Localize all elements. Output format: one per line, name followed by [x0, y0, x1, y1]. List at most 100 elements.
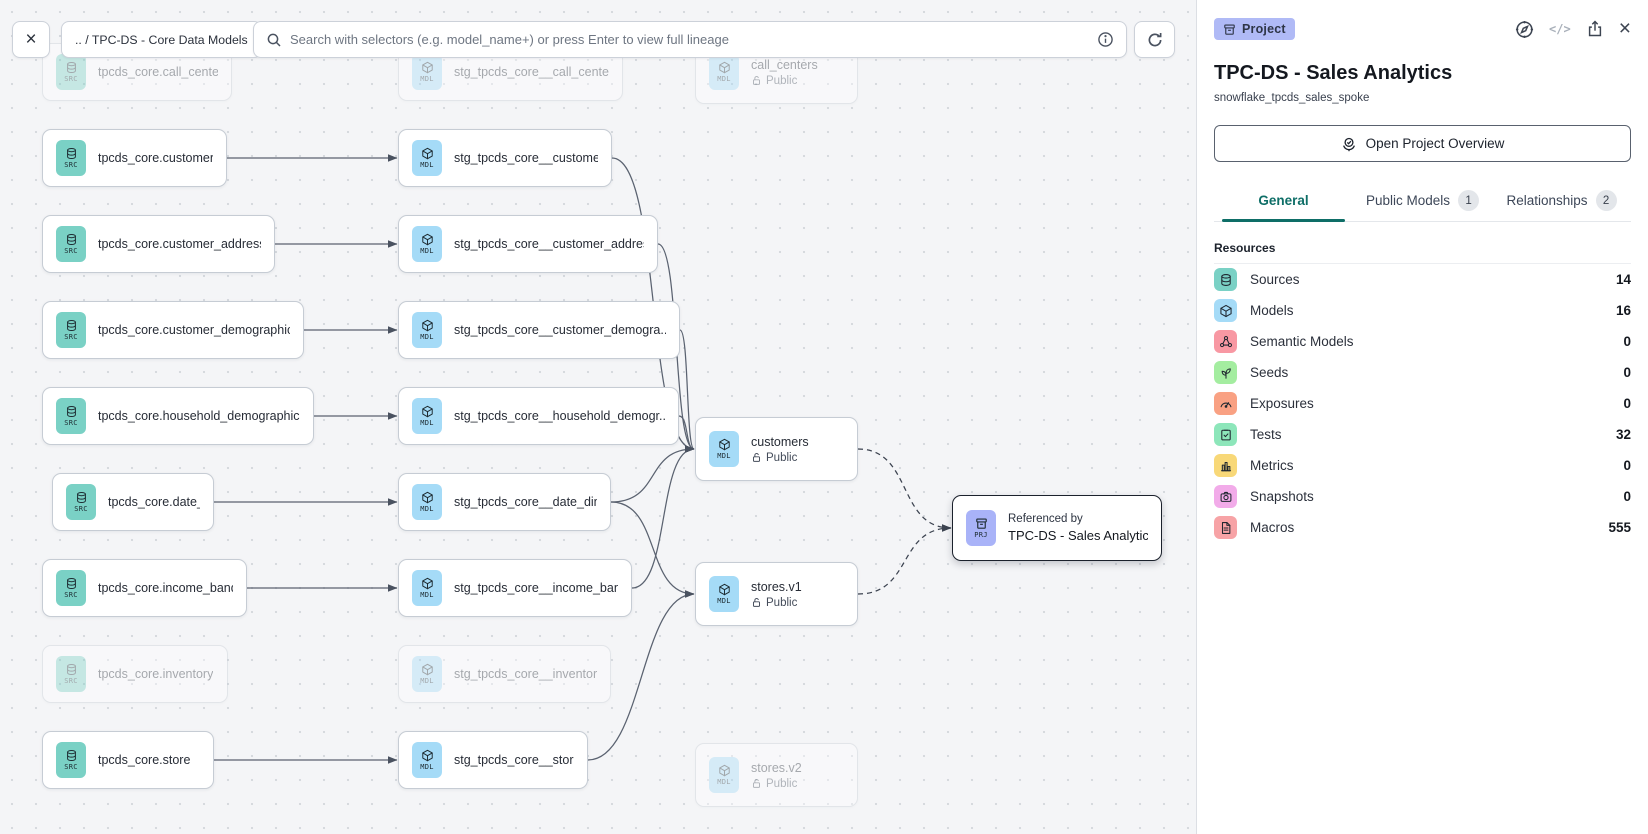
node-label: TPC-DS - Sales Analytics — [1008, 528, 1148, 543]
resource-count: 0 — [1623, 489, 1631, 504]
model-badge-icon: MDL — [412, 570, 442, 606]
close-lineage-button[interactable]: × — [12, 21, 50, 58]
node-src-income-band[interactable]: SRCtpcds_core.income_band — [42, 559, 247, 617]
cube-icon — [1214, 299, 1237, 322]
share-icon[interactable] — [1586, 20, 1604, 38]
resource-count: 32 — [1616, 427, 1631, 442]
node-stg-store[interactable]: MDLstg_tpcds_core__store — [398, 731, 588, 789]
model-badge-icon: MDL — [412, 226, 442, 262]
breadcrumb[interactable]: .. / TPC-DS - Core Data Models — [61, 21, 262, 58]
source-badge-icon: SRC — [56, 570, 86, 606]
refresh-icon — [1146, 31, 1164, 49]
close-panel-icon[interactable]: × — [1619, 17, 1631, 41]
node-pub-stores-v2[interactable]: MDLstores.v2Public — [695, 743, 858, 807]
model-badge-icon: MDL — [412, 54, 442, 90]
node-src-store[interactable]: SRC tpcds_core.store — [42, 731, 214, 789]
lock-open-icon — [751, 597, 762, 608]
node-stg-date-dim[interactable]: MDL stg_tpcds_core__date_dim — [398, 473, 611, 531]
node-label: tpcds_core.household_demographics — [98, 409, 300, 423]
archive-icon — [1223, 23, 1236, 36]
resource-row-metrics: Metrics0 — [1214, 450, 1631, 481]
search-input[interactable] — [290, 32, 1089, 47]
node-label: stores.v2 — [751, 761, 802, 775]
node-label: stg_tpcds_core__customer_demogra... — [454, 323, 666, 337]
open-project-overview-button[interactable]: Open Project Overview — [1214, 125, 1631, 162]
node-label: customers — [751, 435, 809, 449]
node-label: tpcds_core.store — [98, 753, 190, 767]
source-badge-icon: SRC — [56, 656, 86, 692]
page-title: TPC-DS - Sales Analytics — [1214, 62, 1631, 85]
public-access-label: Public — [766, 75, 797, 87]
public-access-label: Public — [766, 597, 797, 609]
lineage-compass-icon[interactable] — [1515, 20, 1534, 39]
tab-relationships[interactable]: Relationships2 — [1492, 184, 1631, 221]
resource-row-semantic-models: Semantic Models0 — [1214, 326, 1631, 357]
model-badge-icon: MDL — [412, 398, 442, 434]
project-overview-icon — [1341, 136, 1357, 152]
resource-count: 0 — [1623, 334, 1631, 349]
node-label: stg_tpcds_core__income_band — [454, 581, 618, 595]
node-src-inventory[interactable]: SRC tpcds_core.inventory — [42, 645, 228, 703]
resource-label: Metrics — [1250, 458, 1610, 473]
tab-general[interactable]: General — [1214, 184, 1353, 221]
node-src-date-dim[interactable]: SRCtpcds_core.date_dim — [52, 473, 214, 531]
node-src-customer-demographics[interactable]: SRCtpcds_core.customer_demographics — [42, 301, 304, 359]
model-badge-icon: MDL — [412, 742, 442, 778]
node-label: stg_tpcds_core__call_center — [454, 65, 609, 79]
source-badge-icon: SRC — [56, 742, 86, 778]
project-schema-name: snowflake_tpcds_sales_spoke — [1214, 92, 1631, 104]
model-badge-icon: MDL — [412, 312, 442, 348]
bar-chart-icon — [1214, 454, 1237, 477]
source-badge-icon: SRC — [56, 140, 86, 176]
source-badge-icon: SRC — [56, 398, 86, 434]
source-badge-icon: SRC — [56, 226, 86, 262]
resource-count: 0 — [1623, 396, 1631, 411]
camera-icon — [1214, 485, 1237, 508]
model-badge-icon: MDL — [412, 484, 442, 520]
search-icon — [266, 32, 282, 48]
referenced-by-label: Referenced by — [1008, 513, 1148, 525]
node-label: tpcds_core.date_dim — [108, 495, 200, 509]
resource-row-models: Models16 — [1214, 295, 1631, 326]
node-prj-sales[interactable]: PRJReferenced byTPC-DS - Sales Analytics — [952, 495, 1162, 561]
resource-row-seeds: Seeds0 — [1214, 357, 1631, 388]
node-label: tpcds_core.inventory — [98, 667, 213, 681]
source-badge-icon: SRC — [56, 54, 86, 90]
node-stg-customer[interactable]: MDLstg_tpcds_core__customer — [398, 129, 612, 187]
public-access-label: Public — [766, 778, 797, 790]
node-pub-customers[interactable]: MDLcustomersPublic — [695, 417, 858, 481]
database-icon — [1214, 268, 1237, 291]
resource-count: 555 — [1608, 520, 1631, 535]
file-icon — [1214, 516, 1237, 539]
node-pub-stores-v1[interactable]: MDLstores.v1Public — [695, 562, 858, 626]
node-src-household-demographics[interactable]: SRC tpcds_core.household_demographics — [42, 387, 314, 445]
resources-header: Resources — [1214, 235, 1631, 264]
resource-label: Macros — [1250, 520, 1595, 535]
tab-public-models[interactable]: Public Models1 — [1353, 184, 1492, 221]
model-badge-icon: MDL — [412, 656, 442, 692]
node-label: stg_tpcds_core__date_dim — [454, 495, 597, 509]
node-stg-income-band[interactable]: MDL stg_tpcds_core__income_band — [398, 559, 632, 617]
public-access-label: Public — [766, 452, 797, 464]
search-bar[interactable] — [253, 21, 1127, 58]
resources-list: Sources14Models16Semantic Models0Seeds0E… — [1214, 264, 1631, 543]
resource-label: Exposures — [1250, 396, 1610, 411]
refresh-button[interactable] — [1134, 21, 1175, 58]
tab-label: Relationships — [1506, 193, 1587, 208]
lineage-canvas[interactable]: SRC tpcds_core.call_center SRCtpcds_core.c… — [0, 0, 1196, 834]
node-stg-customer-demographics[interactable]: MDL stg_tpcds_core__customer_demogra... — [398, 301, 680, 359]
node-src-customer[interactable]: SRCtpcds_core.customer — [42, 129, 227, 187]
detail-panel: Project </> × TPC-DS - Sales Analytics s… — [1196, 0, 1648, 834]
resource-count: 14 — [1616, 272, 1631, 287]
node-label: tpcds_core.call_center — [98, 65, 218, 79]
resource-count: 16 — [1616, 303, 1631, 318]
resource-label: Tests — [1250, 427, 1603, 442]
node-stg-customer-address[interactable]: MDL stg_tpcds_core__customer_address — [398, 215, 658, 273]
code-icon[interactable]: </> — [1549, 22, 1571, 36]
node-stg-inventory[interactable]: MDLstg_tpcds_core__inventory — [398, 645, 611, 703]
node-label: stg_tpcds_core__customer_address — [454, 237, 644, 251]
info-icon[interactable] — [1097, 31, 1114, 48]
node-stg-household-demographics[interactable]: MDL stg_tpcds_core__household_demogr... — [398, 387, 679, 445]
node-src-customer-address[interactable]: SRCtpcds_core.customer_address — [42, 215, 275, 273]
node-label: stg_tpcds_core__household_demogr... — [454, 409, 665, 423]
